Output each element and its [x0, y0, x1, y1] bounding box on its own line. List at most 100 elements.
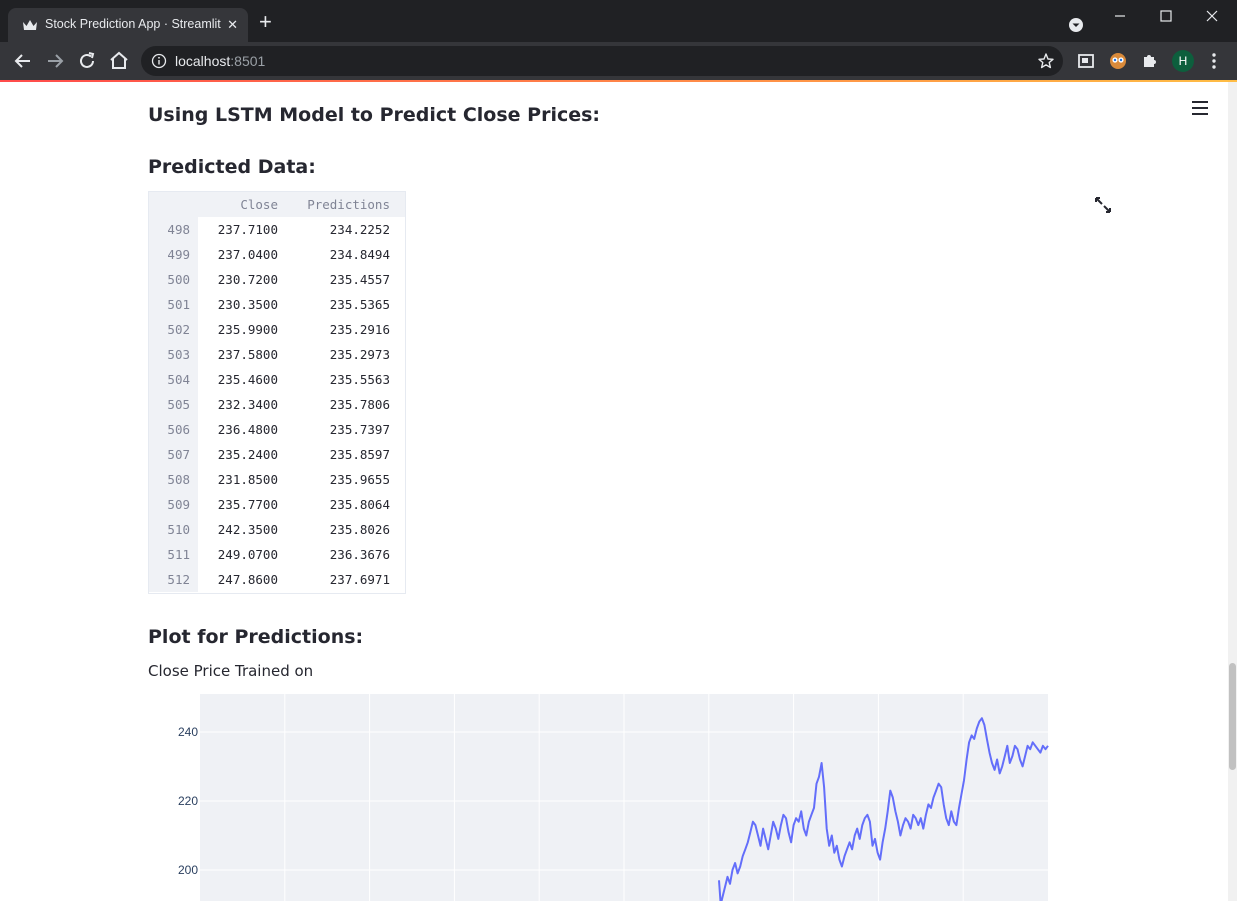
- table-row[interactable]: 500 230.7200 235.4557: [149, 267, 405, 292]
- info-icon[interactable]: [151, 53, 167, 69]
- table-row[interactable]: 508 231.8500 235.9655: [149, 467, 405, 492]
- row-index-cell: 502: [149, 317, 198, 342]
- close-icon[interactable]: [1189, 4, 1235, 28]
- close-cell: 235.9900: [217, 322, 278, 337]
- y-tick-label: 200: [178, 863, 198, 877]
- close-cell: 237.7100: [217, 222, 278, 237]
- predictions-cell: 235.2916: [329, 322, 390, 337]
- row-index-cell: 503: [149, 342, 198, 367]
- tab-close-icon[interactable]: ✕: [227, 17, 238, 33]
- table-header-row: Close Predictions: [149, 192, 405, 217]
- table-row[interactable]: 512 247.8600 237.6971: [149, 567, 405, 592]
- home-icon[interactable]: [107, 49, 131, 73]
- plot-caption: Close Price Trained on: [148, 662, 314, 680]
- table-row[interactable]: 502 235.9900 235.2916: [149, 317, 405, 342]
- table-row[interactable]: 505 232.3400 235.7806: [149, 392, 405, 417]
- heading-plot-predictions: Plot for Predictions:: [148, 626, 364, 648]
- close-cell: 247.8600: [217, 572, 278, 587]
- new-tab-button[interactable]: +: [259, 11, 272, 33]
- row-index-cell: 505: [149, 392, 198, 417]
- heading-predicted-data: Predicted Data:: [148, 156, 316, 178]
- row-index-cell: 512: [149, 567, 198, 592]
- browser-toolbar: localhost:8501 H: [0, 42, 1237, 80]
- streamlit-crown-icon: [23, 20, 37, 30]
- table-row[interactable]: 499 237.0400 234.8494: [149, 242, 405, 267]
- predictions-cell: 235.8597: [329, 447, 390, 462]
- y-tick-label: 220: [178, 794, 198, 808]
- predictions-cell: 234.2252: [329, 222, 390, 237]
- row-index-cell: 511: [149, 542, 198, 567]
- table-row[interactable]: 501 230.3500 235.5365: [149, 292, 405, 317]
- table-row[interactable]: 510 242.3500 235.8026: [149, 517, 405, 542]
- back-arrow-icon[interactable]: [11, 49, 35, 73]
- extension-icon[interactable]: [1106, 49, 1130, 73]
- url-text: localhost:8501: [175, 53, 265, 69]
- close-cell: 236.4800: [217, 422, 278, 437]
- puzzle-icon[interactable]: [1138, 49, 1162, 73]
- predictions-cell: 235.8026: [329, 522, 390, 537]
- column-header-predictions[interactable]: Predictions: [278, 192, 390, 217]
- heading-lstm-model: Using LSTM Model to Predict Close Prices…: [148, 104, 601, 126]
- media-icon[interactable]: [1074, 49, 1098, 73]
- row-index-cell: 501: [149, 292, 198, 317]
- table-row[interactable]: 507 235.2400 235.8597: [149, 442, 405, 467]
- browser-tab[interactable]: Stock Prediction App · Streamlit ✕: [8, 8, 248, 42]
- close-cell: 230.7200: [217, 272, 278, 287]
- row-index-cell: 509: [149, 492, 198, 517]
- close-cell: 235.7700: [217, 497, 278, 512]
- row-index-cell: 504: [149, 367, 198, 392]
- page-scrollbar[interactable]: [1228, 82, 1237, 901]
- table-row[interactable]: 509 235.7700 235.8064: [149, 492, 405, 517]
- hamburger-menu-icon[interactable]: [1191, 100, 1209, 116]
- close-cell: 237.5800: [217, 347, 278, 362]
- close-cell: 235.2400: [217, 447, 278, 462]
- predictions-cell: 235.7397: [329, 422, 390, 437]
- y-tick-label: 240: [178, 725, 198, 739]
- star-icon[interactable]: [1037, 52, 1055, 70]
- predicted-data-table[interactable]: Close Predictions 498 237.7100 234.2252 499…: [148, 191, 406, 594]
- url-host: localhost: [175, 53, 231, 69]
- forward-arrow-icon[interactable]: [43, 49, 67, 73]
- close-price-chart[interactable]: 240 220 200: [148, 694, 1053, 901]
- url-port: :8501: [230, 53, 266, 69]
- page-scrollbar-thumb[interactable]: [1229, 663, 1236, 770]
- predictions-cell: 237.6971: [329, 572, 390, 587]
- table-row[interactable]: 504 235.4600 235.5563: [149, 367, 405, 392]
- close-cell: 235.4600: [217, 372, 278, 387]
- minimize-icon[interactable]: [1097, 4, 1143, 28]
- menu-dots-icon[interactable]: [1202, 49, 1226, 73]
- predictions-cell: 235.8064: [329, 497, 390, 512]
- reload-icon[interactable]: [75, 49, 99, 73]
- predictions-cell: 234.8494: [329, 247, 390, 262]
- table-row[interactable]: 506 236.4800 235.7397: [149, 417, 405, 442]
- maximize-icon[interactable]: [1143, 4, 1189, 28]
- predictions-cell: 235.5563: [329, 372, 390, 387]
- close-cell: 242.3500: [217, 522, 278, 537]
- predictions-cell: 235.5365: [329, 297, 390, 312]
- table-row[interactable]: 511 249.0700 236.3676: [149, 542, 405, 567]
- address-bar[interactable]: localhost:8501: [141, 46, 1063, 76]
- close-cell: 232.3400: [217, 397, 278, 412]
- row-index-cell: 507: [149, 442, 198, 467]
- row-index-cell: 500: [149, 267, 198, 292]
- predictions-cell: 236.3676: [329, 547, 390, 562]
- column-header-close[interactable]: Close: [198, 192, 278, 217]
- close-cell: 230.3500: [217, 297, 278, 312]
- row-index-cell: 510: [149, 517, 198, 542]
- row-index-cell: 499: [149, 242, 198, 267]
- close-cell: 249.0700: [217, 547, 278, 562]
- row-index-cell: 498: [149, 217, 198, 242]
- profile-avatar[interactable]: H: [1172, 50, 1194, 72]
- tab-title: Stock Prediction App · Streamlit: [45, 17, 221, 31]
- row-index-cell: 506: [149, 417, 198, 442]
- tab-search-icon[interactable]: [1068, 17, 1084, 33]
- predictions-cell: 235.2973: [329, 347, 390, 362]
- close-cell: 231.8500: [217, 472, 278, 487]
- table-row[interactable]: 498 237.7100 234.2252: [149, 217, 405, 242]
- close-cell: 237.0400: [217, 247, 278, 262]
- predictions-cell: 235.9655: [329, 472, 390, 487]
- predictions-cell: 235.4557: [329, 272, 390, 287]
- browser-title-bar: Stock Prediction App · Streamlit ✕ +: [0, 0, 1237, 42]
- table-row[interactable]: 503 237.5800 235.2973: [149, 342, 405, 367]
- fullscreen-expand-icon[interactable]: [1094, 196, 1112, 214]
